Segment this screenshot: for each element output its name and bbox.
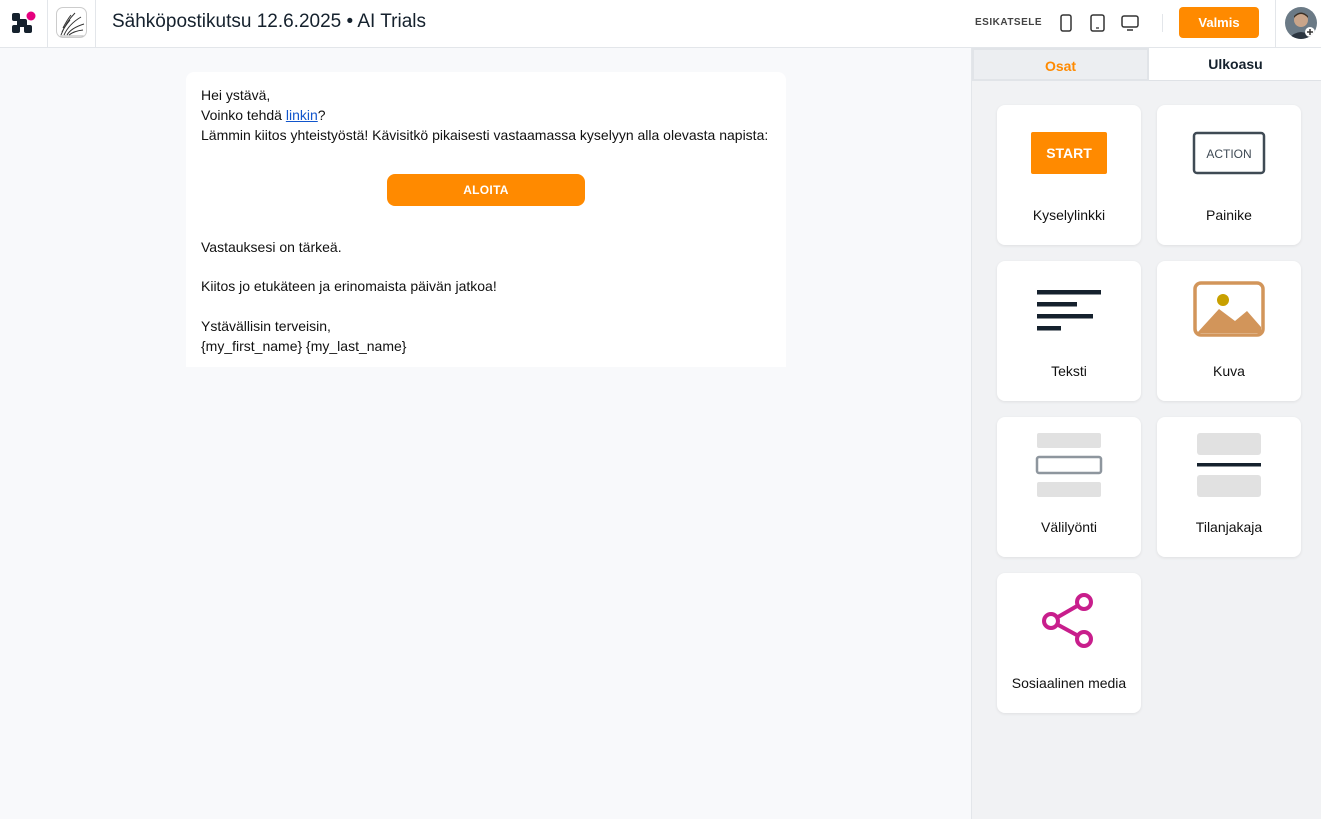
tile-social-media[interactable]: Sosiaalinen media bbox=[997, 573, 1141, 713]
share-icon bbox=[1042, 593, 1093, 648]
email-intro-text: Lämmin kiitos yhteistyöstä! Kävisitkö pi… bbox=[201, 127, 769, 143]
email-preview: Hei ystävä, Voinko tehdä linkin? Lämmin … bbox=[186, 72, 786, 367]
page-title: Sähköpostikutsu 12.6.2025 • AI Trials bbox=[112, 11, 427, 32]
grass-sketch-icon bbox=[60, 12, 85, 37]
survey-thumbnail-cell[interactable] bbox=[48, 0, 96, 47]
top-header: Sähköpostikutsu 12.6.2025 • AI Trials ES… bbox=[0, 0, 1321, 48]
desktop-icon bbox=[1121, 15, 1139, 31]
email-line-link-suffix: ? bbox=[317, 107, 326, 123]
tile-text[interactable]: Teksti bbox=[997, 261, 1141, 401]
email-thanks-text: Kiitos jo etukäteen ja erinomaista päivä… bbox=[201, 278, 497, 294]
survey-thumbnail bbox=[56, 7, 87, 38]
components-panel: Osat Ulkoasu START Kyselylinkki ACTION P… bbox=[971, 48, 1321, 819]
tab-osat[interactable]: Osat bbox=[972, 48, 1149, 81]
email-importance-text: Vastauksesi on tärkeä. bbox=[201, 239, 342, 255]
email-link[interactable]: linkin bbox=[286, 107, 318, 123]
spacer-icon bbox=[1035, 433, 1103, 497]
avatar bbox=[1285, 7, 1317, 39]
preview-label: ESIKATSELE bbox=[975, 17, 1043, 28]
tab-ulkoasu[interactable]: Ulkoasu bbox=[1149, 48, 1321, 81]
email-line-link-prefix: Voinko tehdä bbox=[201, 107, 286, 123]
email-line-link: Voinko tehdä linkin? bbox=[201, 105, 326, 125]
tile-spacer-label: Välilyönti bbox=[1040, 519, 1098, 535]
tile-survey-link-label: Kyselylinkki bbox=[1032, 207, 1106, 223]
tile-button-label: Painike bbox=[1206, 207, 1252, 223]
tablet-icon bbox=[1090, 14, 1105, 32]
tile-social-media-label: Sosiaalinen media bbox=[1011, 675, 1127, 691]
user-avatar-icon bbox=[1285, 7, 1317, 39]
done-button[interactable]: Valmis bbox=[1179, 7, 1259, 38]
image-icon bbox=[1193, 281, 1265, 337]
tile-spacer[interactable]: Välilyönti bbox=[997, 417, 1141, 557]
header-divider bbox=[1162, 14, 1163, 32]
mobile-preview-button[interactable] bbox=[1058, 12, 1074, 34]
divider-icon bbox=[1197, 433, 1261, 497]
email-signoff: Ystävällisin terveisin, bbox=[201, 318, 331, 334]
tile-image[interactable]: Kuva bbox=[1157, 261, 1301, 401]
action-button-icon: ACTION bbox=[1192, 131, 1266, 175]
start-button-icon: START bbox=[1031, 132, 1107, 174]
app-logo[interactable] bbox=[0, 0, 48, 47]
user-menu[interactable] bbox=[1275, 0, 1321, 47]
tile-text-label: Teksti bbox=[1051, 363, 1087, 379]
tile-divider-label: Tilanjakaja bbox=[1195, 519, 1263, 535]
tile-button[interactable]: ACTION Painike bbox=[1157, 105, 1301, 245]
email-greeting: Hei ystävä, bbox=[201, 87, 271, 103]
tablet-preview-button[interactable] bbox=[1089, 12, 1107, 34]
brand-logo-icon bbox=[12, 11, 36, 33]
mobile-icon bbox=[1060, 14, 1072, 32]
start-survey-button[interactable]: ALOITA bbox=[387, 174, 585, 206]
email-signature: {my_first_name} {my_last_name} bbox=[201, 338, 407, 354]
tile-image-label: Kuva bbox=[1213, 363, 1245, 379]
desktop-preview-button[interactable] bbox=[1120, 12, 1140, 34]
action-icon-text: ACTION bbox=[1206, 147, 1251, 161]
tile-divider[interactable]: Tilanjakaja bbox=[1157, 417, 1301, 557]
start-icon-text: START bbox=[1046, 145, 1092, 161]
text-lines-icon bbox=[1037, 290, 1101, 331]
tile-survey-link[interactable]: START Kyselylinkki bbox=[997, 105, 1141, 245]
